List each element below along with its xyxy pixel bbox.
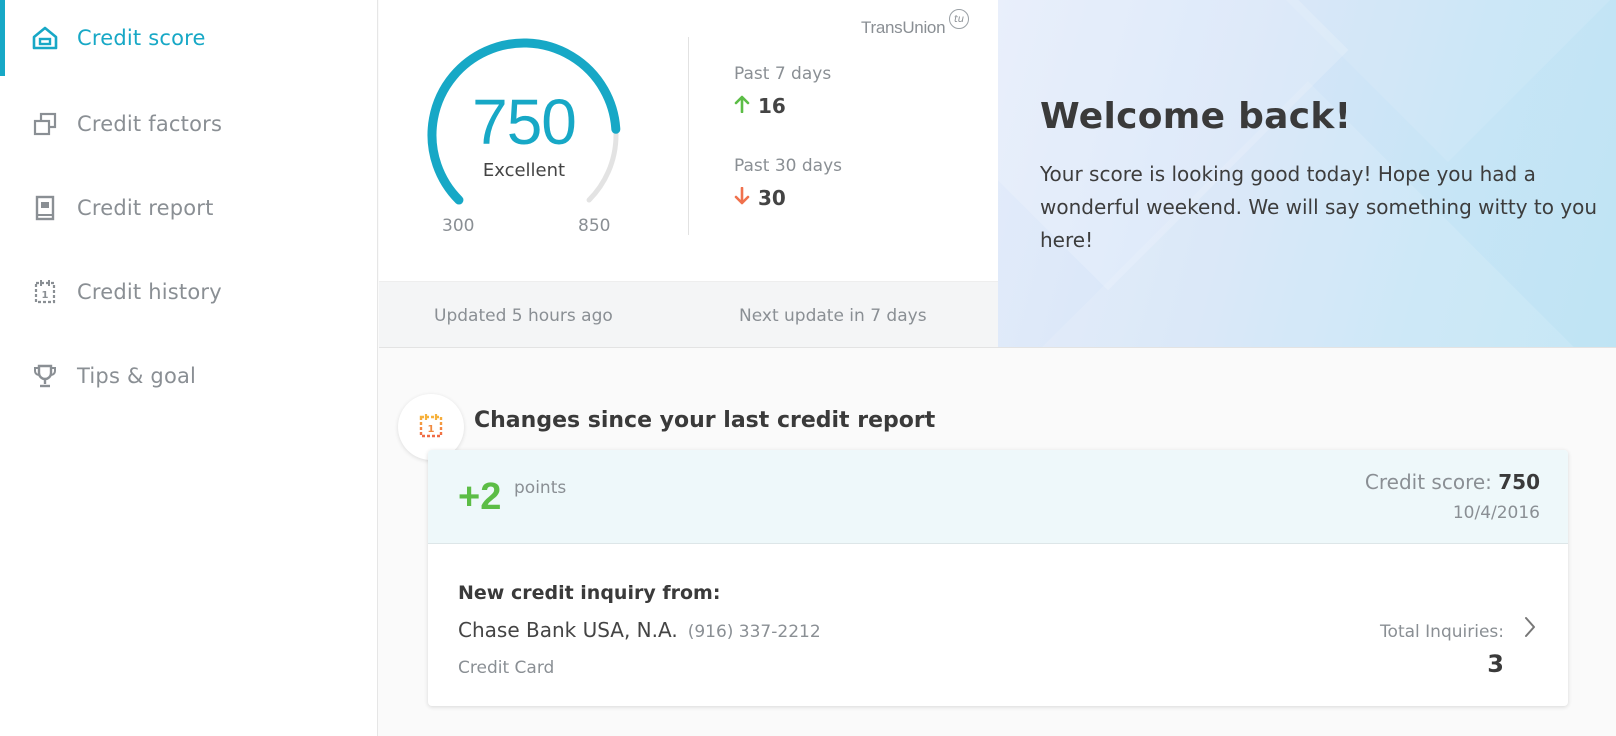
score-value: 750 (472, 86, 577, 158)
changes-summary: +2 points Credit score: 750 10/4/2016 (428, 450, 1568, 544)
period-7-days-label: Past 7 days (734, 64, 832, 84)
credit-score-value: 750 (1498, 470, 1540, 494)
score-range-max: 850 (578, 216, 611, 236)
period-30-days-label: Past 30 days (734, 156, 842, 176)
total-inquiries-value: 3 (1487, 650, 1504, 678)
inquiry-title: New credit inquiry from: (458, 582, 721, 604)
trophy-icon (30, 361, 60, 391)
calendar-icon: 1 (417, 411, 445, 443)
svg-text:1: 1 (428, 424, 435, 435)
inquiry-phone: (916) 337-2212 (687, 622, 821, 642)
sidebar-item-credit-score[interactable]: Credit score (0, 0, 377, 76)
credit-score-date: 10/4/2016 (1452, 503, 1540, 523)
total-inquiries-label: Total Inquiries: (1380, 622, 1504, 642)
welcome-message: Your score is looking good today! Hope y… (1040, 162, 1598, 252)
book-icon (30, 193, 60, 223)
changes-section-title: Changes since your last credit report (474, 408, 936, 433)
welcome-panel: Welcome back! Your score is looking good… (998, 0, 1616, 348)
period-7-days-change: 16 (734, 94, 786, 118)
transunion-badge-icon: tu (949, 9, 969, 29)
score-rating: Excellent (482, 160, 566, 181)
chevron-right-icon[interactable] (1518, 612, 1542, 642)
sidebar-item-label: Credit history (77, 280, 222, 304)
sidebar-item-credit-report[interactable]: Credit report (0, 170, 377, 246)
points-label: points (514, 478, 567, 498)
sidebar-item-credit-factors[interactable]: Credit factors (0, 86, 377, 162)
period-30-days-change: 30 (734, 186, 786, 210)
sidebar-item-label: Credit factors (77, 112, 223, 136)
inquiry-bank-name: Chase Bank USA, N.A. (458, 618, 678, 642)
sidebar-item-tips-goal[interactable]: Tips & goal (0, 338, 377, 414)
home-icon (30, 23, 60, 53)
next-update-text: Next update in 7 days (739, 306, 927, 326)
update-footer: Updated 5 hours ago Next update in 7 day… (379, 281, 998, 348)
credit-score-label: Credit score: (1364, 470, 1499, 494)
svg-text:1: 1 (42, 290, 49, 301)
sidebar-item-label: Credit score (77, 26, 206, 50)
score-card: 750 Excellent 300 850 TransUnion tu Past… (379, 0, 998, 348)
score-range-min: 300 (442, 216, 475, 236)
changes-card: +2 points Credit score: 750 10/4/2016 Ne… (428, 450, 1568, 706)
transunion-logo: TransUnion (861, 18, 946, 37)
sidebar: Credit score Credit factors Credit repor… (0, 0, 378, 736)
calendar-icon: 1 (30, 277, 60, 307)
sidebar-item-label: Tips & goal (77, 364, 197, 388)
arrow-down-icon (734, 186, 750, 210)
last-updated-text: Updated 5 hours ago (434, 306, 613, 326)
stacked-squares-icon (30, 109, 60, 139)
period-30-days-value: 30 (758, 186, 786, 210)
credit-score-summary: Credit score: 750 (1365, 470, 1540, 494)
inquiry-type: Credit Card (458, 658, 555, 678)
sidebar-item-credit-history[interactable]: 1 Credit history (0, 254, 377, 330)
points-change-value: +2 (458, 476, 502, 518)
period-7-days-value: 16 (758, 94, 786, 118)
divider (688, 37, 689, 235)
welcome-title: Welcome back! (1040, 96, 1352, 137)
arrow-up-icon (734, 94, 750, 118)
sidebar-item-label: Credit report (77, 196, 214, 220)
inquiry-creditor: Chase Bank USA, N.A. (916) 337-2212 (458, 618, 821, 642)
